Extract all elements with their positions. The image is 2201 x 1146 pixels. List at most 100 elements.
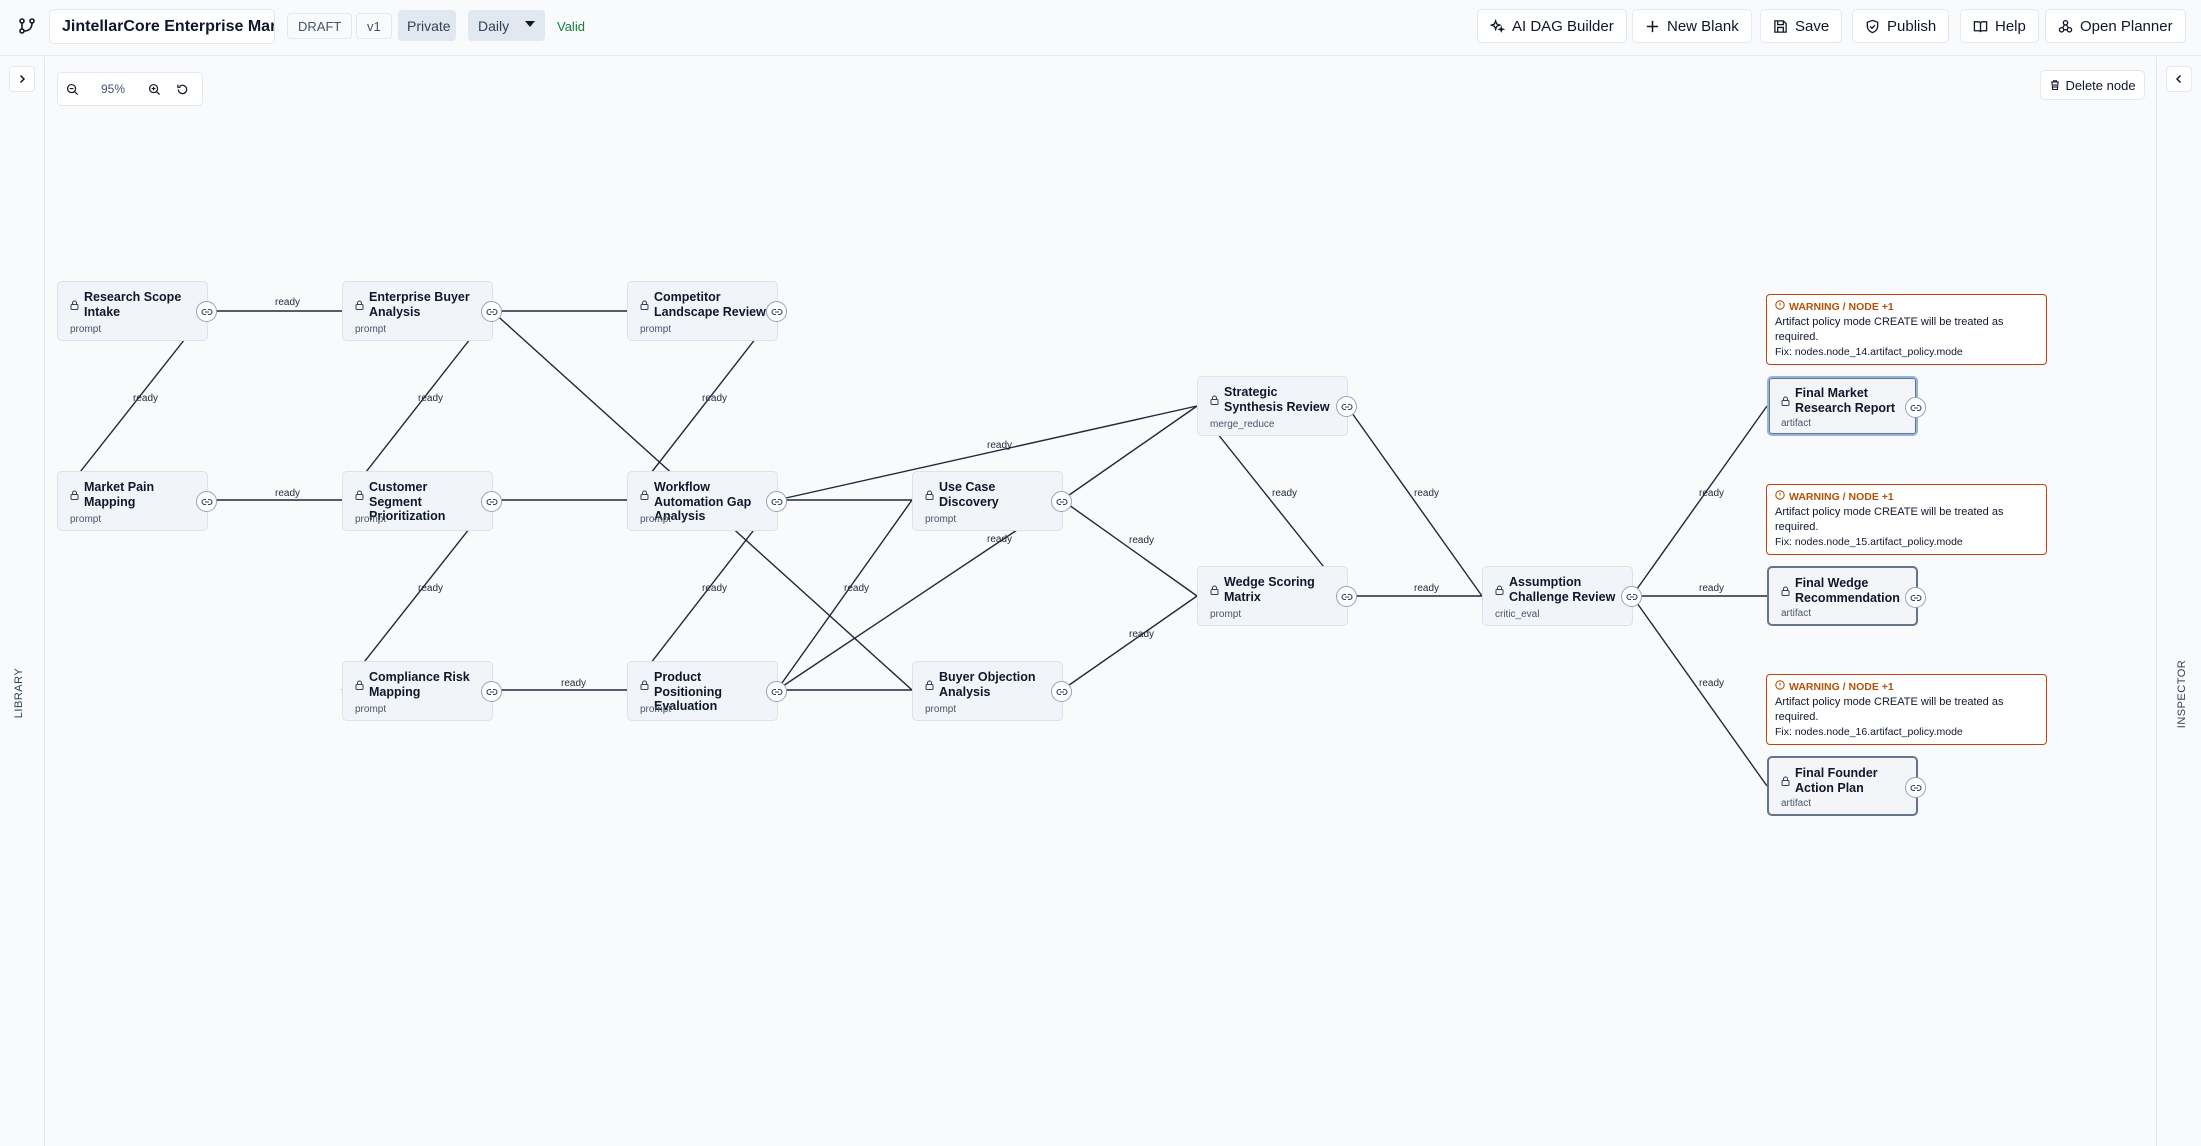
warning-title: WARNING / NODE +1 <box>1789 680 1894 693</box>
node-title: Buyer Objection Analysis <box>939 670 1036 699</box>
node-title: Market Pain Mapping <box>84 480 155 509</box>
edge-label: ready <box>561 678 586 689</box>
warning-card: WARNING / NODE +1 Artifact policy mode C… <box>1766 674 2047 745</box>
zoom-level: 95% <box>100 82 126 96</box>
node-type: merge_reduce <box>1210 419 1275 430</box>
shield-icon <box>1866 19 1879 33</box>
node-type: prompt <box>925 514 957 525</box>
lock-icon <box>1781 773 1790 791</box>
edge-label: ready <box>1129 629 1154 640</box>
link-icon[interactable] <box>766 681 787 702</box>
help-button[interactable]: Help <box>1960 9 2039 43</box>
link-icon[interactable] <box>1051 681 1072 702</box>
reset-view-button[interactable] <box>168 75 196 103</box>
link-icon[interactable] <box>1621 586 1642 607</box>
dag-node[interactable]: Final Founder Action Plan artifact <box>1767 756 1926 816</box>
warning-message: Artifact policy mode CREATE will be trea… <box>1775 316 2004 343</box>
lock-icon <box>1495 582 1504 600</box>
link-icon[interactable] <box>1905 397 1926 418</box>
edge-label: ready <box>1414 583 1439 594</box>
ai-dag-builder-button[interactable]: AI DAG Builder <box>1477 9 1627 43</box>
link-icon[interactable] <box>1905 777 1926 798</box>
edge-label: ready <box>1129 535 1154 546</box>
dag-node[interactable]: Market Pain Mapping prompt <box>57 471 217 531</box>
expand-inspector-button[interactable] <box>2166 66 2192 92</box>
dag-node[interactable]: Competitor Landscape Review prompt <box>627 281 787 341</box>
dag-node[interactable]: Final Market Research Report artifact <box>1767 376 1926 436</box>
dag-node[interactable]: Customer Segment Prioritization prompt <box>342 471 502 531</box>
dag-node[interactable]: Wedge Scoring Matrix prompt <box>1197 566 1357 626</box>
new-blank-button[interactable]: New Blank <box>1632 9 1752 43</box>
publish-label: Publish <box>1887 17 1937 35</box>
warning-card: WARNING / NODE +1 Artifact policy mode C… <box>1766 484 2047 555</box>
dag-node[interactable]: Product Positioning Evaluation prompt <box>627 661 787 721</box>
top-toolbar: JintellarCore Enterprise Market Research… <box>0 0 2201 56</box>
node-type: artifact <box>1781 798 1812 809</box>
open-planner-button[interactable]: Open Planner <box>2045 9 2186 43</box>
visibility-select[interactable]: Private <box>398 10 456 41</box>
dag-node[interactable]: Use Case Discovery prompt <box>912 471 1072 531</box>
save-label: Save <box>1795 17 1830 35</box>
node-title: Competitor Landscape Review <box>654 290 766 319</box>
delete-node-button[interactable]: Delete node <box>2040 70 2145 100</box>
link-icon[interactable] <box>196 301 217 322</box>
zoom-in-button[interactable] <box>140 75 168 103</box>
dag-node[interactable]: Compliance Risk Mapping prompt <box>342 661 502 721</box>
warning-title: WARNING / NODE +1 <box>1789 300 1894 313</box>
lock-icon <box>355 297 364 315</box>
lock-icon <box>925 487 934 505</box>
link-icon[interactable] <box>481 491 502 512</box>
dag-node[interactable]: Research Scope Intake prompt <box>57 281 217 341</box>
edge-label: ready <box>1699 488 1724 499</box>
edge-label: ready <box>987 440 1012 451</box>
save-button[interactable]: Save <box>1760 9 1843 43</box>
edge-label: ready <box>702 393 727 404</box>
expand-library-button[interactable] <box>9 66 35 92</box>
edge[interactable] <box>1631 405 1768 597</box>
lock-icon <box>355 487 364 505</box>
link-icon[interactable] <box>196 491 217 512</box>
dag-title-input[interactable]: JintellarCore Enterprise Market Research <box>49 9 275 44</box>
edge[interactable] <box>1346 405 1483 597</box>
warning-fix: Fix: nodes.node_14.artifact_policy.mode <box>1775 346 1963 358</box>
dag-node[interactable]: Final Wedge Recommendation artifact <box>1767 566 1926 626</box>
link-icon[interactable] <box>481 681 502 702</box>
link-icon[interactable] <box>1336 396 1357 417</box>
node-type: prompt <box>1210 609 1242 620</box>
edge[interactable] <box>1061 499 1198 597</box>
warning-title: WARNING / NODE +1 <box>1789 490 1894 503</box>
inspector-label[interactable]: INSPECTOR <box>2176 660 2188 728</box>
node-type: critic_eval <box>1495 609 1540 620</box>
edge-label: ready <box>275 488 300 499</box>
publish-button[interactable]: Publish <box>1852 9 1950 43</box>
link-icon[interactable] <box>1336 586 1357 607</box>
validation-status: Valid <box>557 18 585 34</box>
sparkles-icon <box>1490 18 1505 33</box>
dag-node[interactable]: Assumption Challenge Review critic_eval <box>1482 566 1642 626</box>
zoom-out-button[interactable] <box>58 75 86 103</box>
warning-card: WARNING / NODE +1 Artifact policy mode C… <box>1766 294 2047 365</box>
link-icon[interactable] <box>481 301 502 322</box>
dag-node[interactable]: Enterprise Buyer Analysis prompt <box>342 281 502 341</box>
edge[interactable] <box>1061 595 1198 691</box>
lock-icon <box>70 487 79 505</box>
edge-label: ready <box>1699 678 1724 689</box>
lock-icon <box>1781 583 1790 601</box>
link-icon[interactable] <box>1051 491 1072 512</box>
link-icon[interactable] <box>766 301 787 322</box>
flow-icon[interactable] <box>14 13 40 39</box>
edge[interactable] <box>1061 405 1198 501</box>
dag-node[interactable]: Buyer Objection Analysis prompt <box>912 661 1072 721</box>
zoom-controls: 95% <box>57 72 203 106</box>
dag-node[interactable]: Workflow Automation Gap Analysis prompt <box>627 471 787 531</box>
dag-node[interactable]: Strategic Synthesis Review merge_reduce <box>1197 376 1357 436</box>
edge[interactable] <box>1631 595 1768 787</box>
link-icon[interactable] <box>1905 587 1926 608</box>
library-label[interactable]: LIBRARY <box>13 668 25 718</box>
link-icon[interactable] <box>766 491 787 512</box>
node-title: Enterprise Buyer Analysis <box>369 290 470 319</box>
edge[interactable] <box>776 499 913 691</box>
edge-label: ready <box>418 583 443 594</box>
schedule-select[interactable]: Daily <box>468 10 545 41</box>
book-icon <box>1973 20 1988 32</box>
